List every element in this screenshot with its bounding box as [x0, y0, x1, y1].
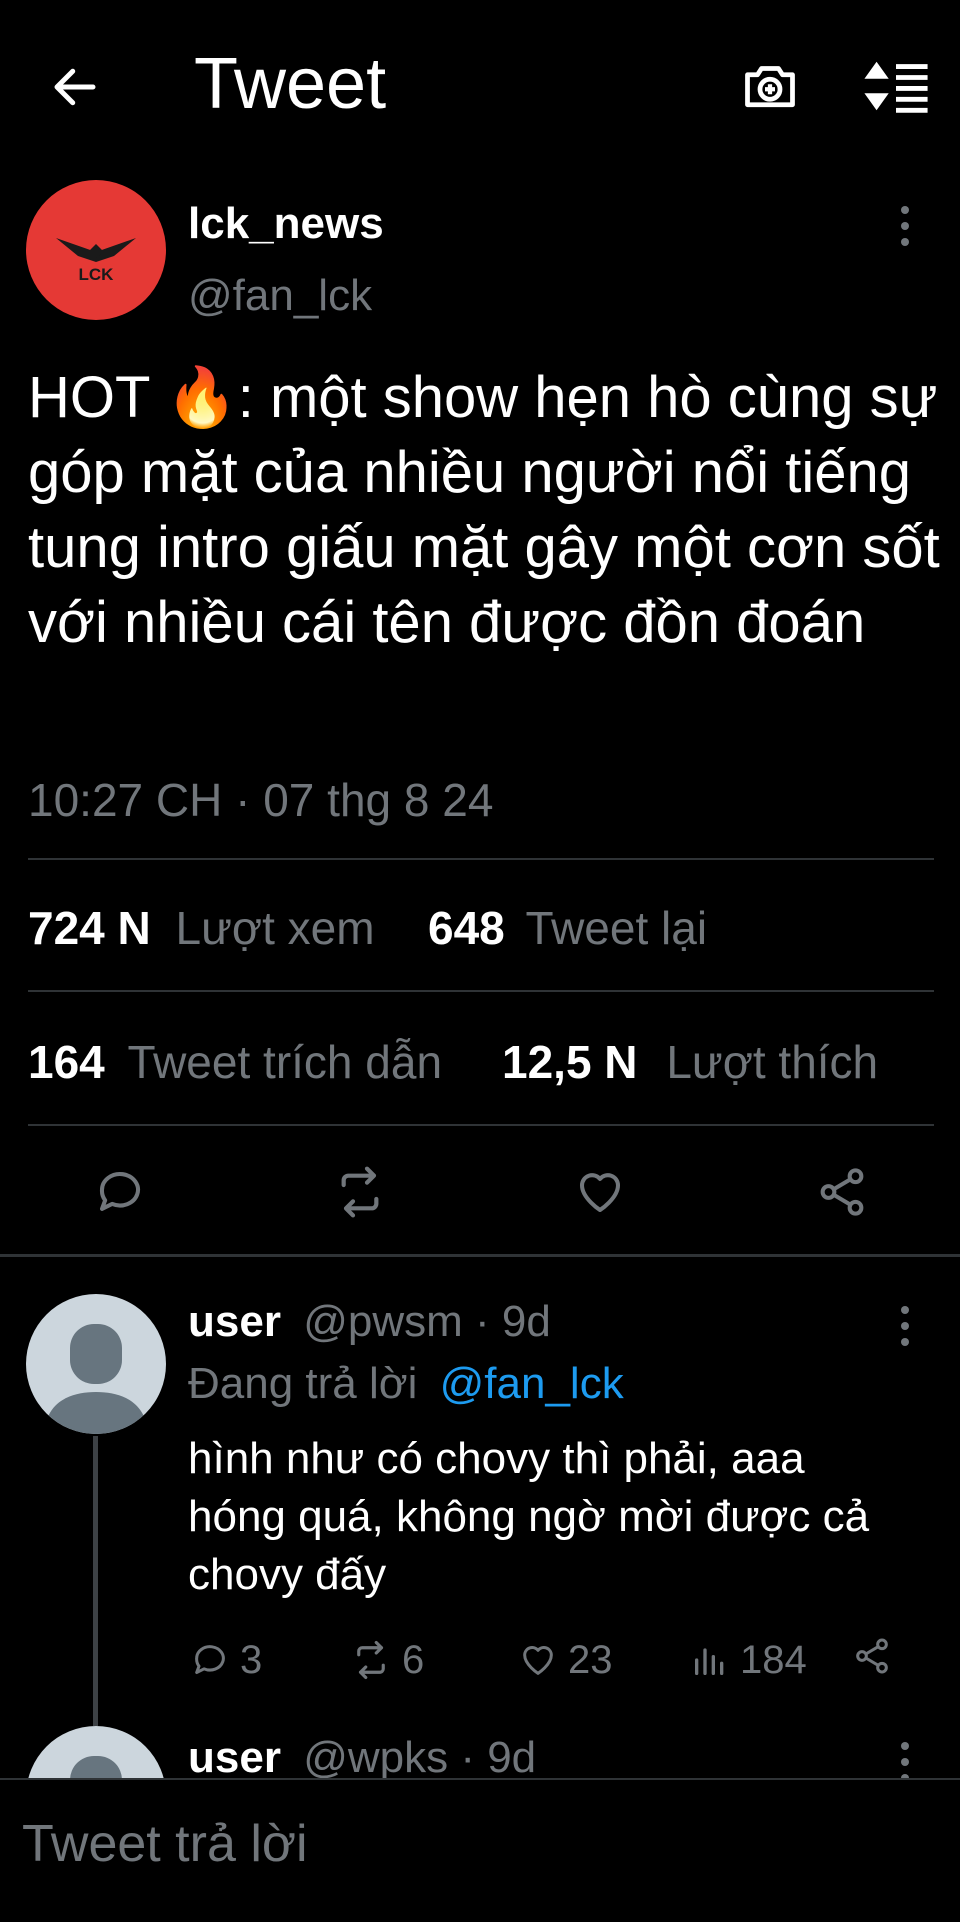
analytics-icon [695, 1648, 724, 1675]
camera-plus-icon [745, 66, 795, 108]
reply-action-share[interactable] [852, 1636, 892, 1676]
likes-count: 12,5 N [502, 1036, 638, 1088]
author-avatar[interactable]: LCK [26, 180, 166, 320]
share-icon [820, 1168, 864, 1216]
retweets-count: 648 [428, 902, 505, 954]
likes-stat[interactable]: 12,5 N Lượt thích [502, 1034, 878, 1090]
replying-mention-link[interactable]: @fan_lck [440, 1359, 624, 1408]
views-count: 724 N [28, 902, 151, 954]
reply-icon [99, 1172, 140, 1211]
page-title: Tweet [194, 44, 387, 124]
reply-action-retweet[interactable]: 6 [350, 1636, 424, 1684]
camera-button[interactable] [734, 50, 806, 122]
reply-action-views[interactable]: 184 [690, 1636, 807, 1684]
author-handle[interactable]: @fan_lck [188, 270, 372, 322]
more-vertical-icon [901, 206, 909, 246]
views-stat: 724 N Lượt xem [28, 900, 375, 956]
reply-author-name: user [188, 1733, 281, 1782]
replying-to-line: Đang trả lời @fan_lck [188, 1356, 624, 1412]
tweet-timestamp: 10:27 CH · 07 thg 8 24 [28, 774, 494, 826]
divider [28, 990, 934, 992]
reply-avatar[interactable] [26, 1294, 166, 1434]
like-button[interactable] [568, 1160, 632, 1224]
back-button[interactable] [40, 52, 110, 122]
retweet-icon [357, 1640, 385, 1680]
reply-action-reply[interactable]: 3 [190, 1636, 262, 1684]
retweets-label: Tweet lại [525, 902, 708, 954]
reply-compose-input[interactable]: Tweet trả lời [22, 1812, 308, 1876]
replying-prefix: Đang trả lời [188, 1359, 418, 1408]
sort-replies-button[interactable] [858, 50, 934, 122]
tweet-text: HOT 🔥: một show hẹn hò cùng sự góp mặt c… [28, 365, 940, 655]
divider [28, 1124, 934, 1126]
reply-handle-time: @wpks · 9d [303, 1733, 537, 1782]
retweet-count: 6 [402, 1638, 425, 1682]
reply-text: hình như có chovy thì phải, aaa hóng quá… [188, 1434, 870, 1599]
quotes-count: 164 [28, 1036, 105, 1088]
avatar-text: LCK [79, 265, 115, 284]
more-vertical-icon [901, 1306, 909, 1346]
share-button[interactable] [810, 1160, 874, 1224]
reply-action-like[interactable]: 23 [518, 1636, 613, 1684]
likes-label: Lượt thích [666, 1036, 879, 1088]
default-avatar-icon [44, 1324, 148, 1434]
section-divider [0, 1254, 960, 1257]
thread-line [93, 1436, 98, 1726]
retweet-icon [341, 1166, 379, 1218]
retweets-stat[interactable]: 648 Tweet lại [428, 900, 707, 956]
divider [28, 858, 934, 860]
author-name[interactable]: lck_news [188, 198, 384, 250]
heart-icon [523, 1646, 553, 1675]
view-count: 184 [740, 1638, 807, 1682]
retweet-button[interactable] [328, 1160, 392, 1224]
tweet-more-button[interactable] [892, 204, 918, 248]
arrow-left-icon [54, 68, 96, 106]
reply-count: 3 [240, 1638, 263, 1682]
reply-header[interactable]: user @pwsm · 9d [188, 1294, 551, 1350]
views-label: Lượt xem [175, 902, 375, 954]
heart-icon [579, 1173, 621, 1213]
share-icon [856, 1638, 888, 1674]
reply-handle-time: @pwsm · 9d [303, 1297, 551, 1346]
sort-icon [864, 61, 928, 113]
like-count: 23 [568, 1638, 613, 1682]
reply-icon [195, 1645, 225, 1674]
quotes-stat[interactable]: 164 Tweet trích dẫn [28, 1034, 442, 1090]
reply-author-name: user [188, 1297, 281, 1346]
quotes-label: Tweet trích dẫn [127, 1036, 443, 1088]
lck-logo-icon: LCK [56, 238, 136, 284]
reply-more-button[interactable] [892, 1304, 918, 1348]
reply-button[interactable] [88, 1160, 152, 1224]
